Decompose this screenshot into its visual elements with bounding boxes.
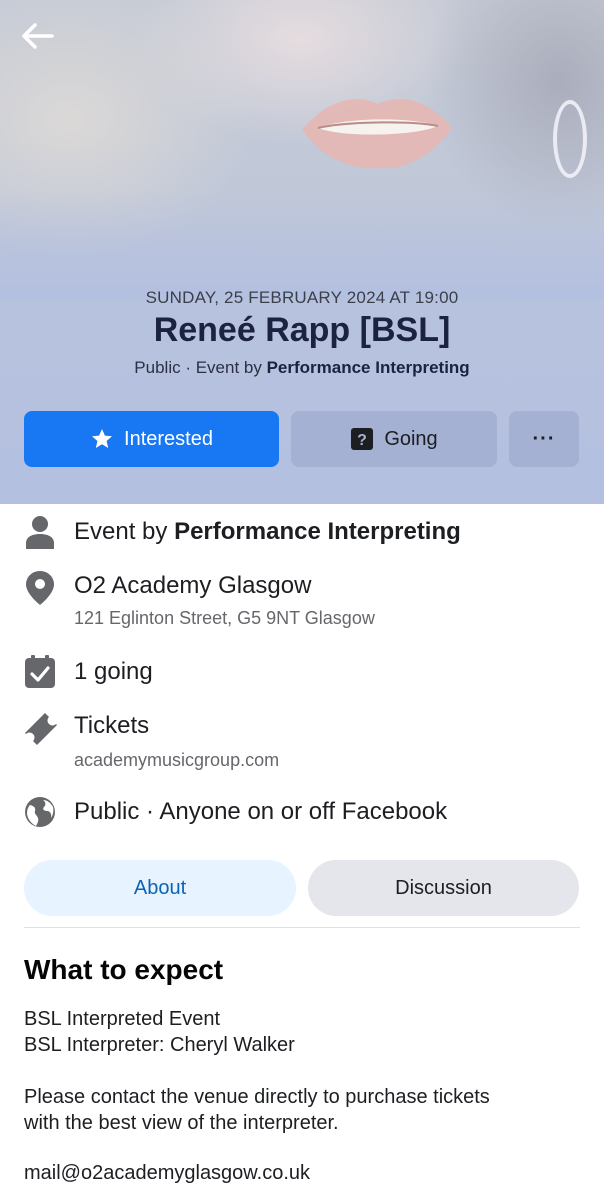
event-date: SUNDAY, 25 FEBRUARY 2024 AT 19:00 [145,288,459,307]
description-line: Please contact the venue directly to pur… [24,1086,490,1108]
tab-discussion-label: Discussion [395,876,492,899]
privacy-text: Public · Anyone on or off Facebook [74,798,448,825]
interested-label: Interested [124,427,213,450]
question-box-icon: ? [350,427,374,451]
back-button[interactable] [16,16,58,56]
organizer-name: Performance Interpreting [174,518,461,545]
more-options-button[interactable]: ··· [509,411,579,467]
contact-email-link[interactable]: mail@o2academyglasgow.co.uk [24,1160,310,1186]
tickets-label: Tickets [74,712,150,739]
detail-row-organizer[interactable]: Event by Performance Interpreting [0,510,604,554]
visibility-prefix: Public · Event by [134,358,267,377]
globe-icon [22,794,58,830]
location-pin-icon [22,570,58,606]
tickets-link[interactable]: academymusicgroup.com [74,750,279,771]
tab-discussion[interactable]: Discussion [308,860,579,916]
detail-row-privacy[interactable]: Public · Anyone on or off Facebook [0,792,604,834]
section-divider [24,927,580,928]
event-title: Reneé Rapp [BSL] [153,311,451,349]
interested-button[interactable]: Interested [24,411,279,467]
going-label: Going [384,427,438,450]
venue-address: 121 Eglinton Street, G5 9NT Glasgow [74,608,375,628]
cover-photo-earring [553,100,587,178]
person-icon [22,514,58,550]
star-icon [90,427,114,451]
description-line: BSL Interpreted Event [24,1008,221,1030]
going-count: 1 going [74,658,153,685]
description-line: BSL Interpreter: Cheryl Walker [24,1034,295,1056]
organizer-link[interactable]: Performance Interpreting [267,358,470,377]
calendar-check-icon [22,654,58,690]
detail-row-venue[interactable]: O2 Academy Glasgow 121 Eglinton Street, … [0,568,604,634]
detail-row-tickets[interactable]: Tickets academymusicgroup.com [0,708,604,774]
organizer-text: Event by Performance Interpreting [74,518,461,546]
organizer-prefix: Event by [74,518,175,545]
back-arrow-icon [22,23,54,49]
description-line: with the best view of the interpreter. [24,1112,339,1134]
ticket-icon [22,710,58,746]
tab-about-label: About [133,876,187,899]
svg-text:?: ? [357,432,367,449]
section-title: What to expect [24,954,224,985]
more-icon: ··· [532,427,556,450]
going-button[interactable]: ? Going [291,411,497,467]
event-visibility-line: Public · Event by Performance Interpreti… [0,358,604,378]
detail-row-going[interactable]: 1 going [0,652,604,694]
venue-name: O2 Academy Glasgow [74,572,312,599]
cover-photo-lips [302,99,452,169]
tab-about[interactable]: About [24,860,296,916]
